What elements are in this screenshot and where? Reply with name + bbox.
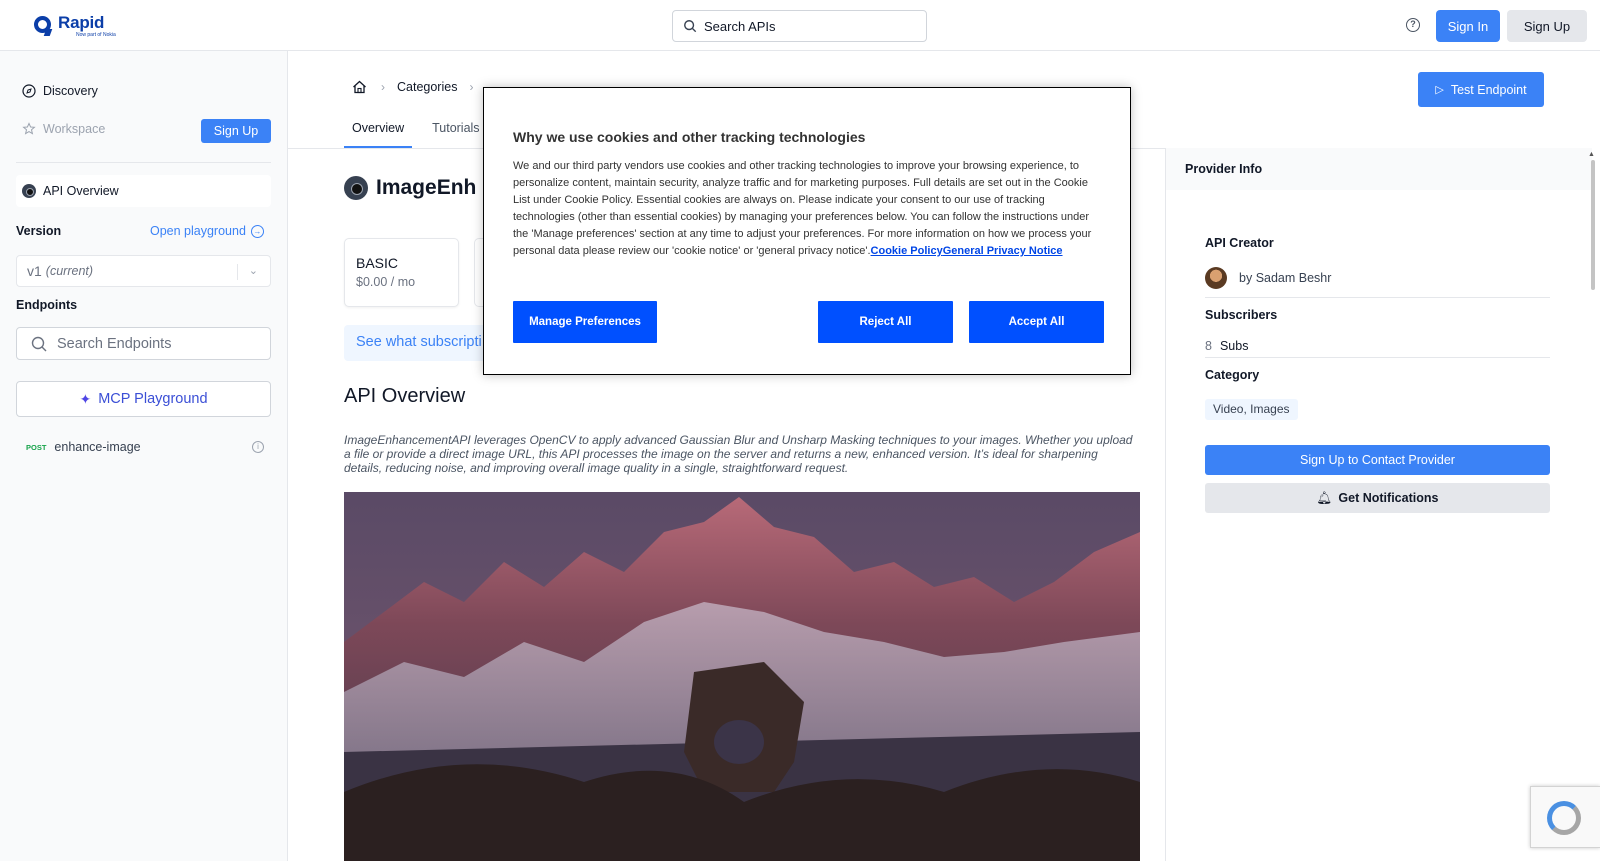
open-playground-label: Open playground (150, 224, 246, 238)
provider-info-panel: Provider Info API Creator by Sadam Beshr… (1165, 148, 1592, 861)
sign-in-button[interactable]: Sign In (1436, 10, 1500, 42)
sidebar-item-label: Discovery (43, 84, 98, 98)
plan-name: BASIC (356, 255, 399, 271)
logo-name: Rapid (58, 13, 105, 32)
divider (1205, 297, 1550, 298)
search-apis-input[interactable]: Search APIs (672, 10, 927, 42)
endpoints-label: Endpoints (16, 298, 78, 312)
cookie-dialog-title: Why we use cookies and other tracking te… (513, 129, 866, 145)
version-label: Version (16, 224, 62, 238)
privacy-notice-link[interactable]: General Privacy Notice (943, 245, 1063, 257)
sidebar-sign-up-button[interactable]: Sign Up (201, 119, 271, 143)
tab-overview[interactable]: Overview (344, 108, 413, 148)
cookie-policy-link[interactable]: Cookie Policy (871, 245, 943, 257)
breadcrumb: › Categories › (352, 80, 485, 94)
version-current: (current) (45, 264, 94, 278)
api-logo-icon (344, 176, 368, 200)
category-label: Category (1205, 368, 1260, 382)
creator-by: by (1239, 271, 1253, 285)
test-endpoint-button[interactable]: ▷ Test Endpoint (1418, 72, 1544, 107)
search-endpoints-placeholder: Search Endpoints (57, 335, 172, 352)
scrollbar-thumb[interactable] (1591, 160, 1595, 290)
recaptcha-icon (1547, 801, 1581, 835)
endpoint-method: POST (26, 442, 47, 452)
category-tag[interactable]: Video, Images (1205, 399, 1298, 420)
api-logo-icon (22, 184, 36, 198)
arrow-right-circle-icon: → (250, 224, 264, 238)
api-creator[interactable]: by Sadam Beshr (1205, 267, 1331, 289)
help-icon[interactable]: ? (1406, 18, 1420, 32)
reject-all-button[interactable]: Reject All (818, 301, 953, 343)
info-icon[interactable]: i (252, 441, 264, 453)
mcp-playground-label: MCP Playground (98, 391, 208, 407)
cookie-consent-dialog: Why we use cookies and other tracking te… (483, 87, 1131, 375)
cookie-body-text: We and our third party vendors use cooki… (513, 160, 1092, 257)
api-title-text: ImageEnh (376, 176, 477, 199)
subscribers-number: 8 (1205, 339, 1212, 353)
version-select[interactable]: v1 (current) ⌄ (16, 255, 271, 287)
compass-icon (22, 84, 36, 98)
api-creator-label: API Creator (1205, 236, 1274, 250)
cookie-dialog-body: We and our third party vendors use cooki… (513, 158, 1105, 260)
overview-image (344, 492, 1140, 861)
provider-info-header: Provider Info (1166, 148, 1592, 190)
accept-all-button[interactable]: Accept All (969, 301, 1104, 343)
recaptcha-badge[interactable] (1530, 786, 1600, 848)
sidebar-item-label: API Overview (43, 184, 119, 198)
breadcrumb-categories[interactable]: Categories (397, 80, 457, 94)
search-icon (684, 20, 697, 33)
subscribers-unit: Subs (1219, 339, 1249, 353)
search-endpoints-input[interactable]: Search Endpoints (16, 327, 271, 360)
section-title: API Overview (344, 385, 466, 407)
plan-price: $0.00 / mo (356, 275, 416, 289)
creator-name: Sadam Beshr (1255, 271, 1332, 285)
sidebar-item-label: Workspace (43, 122, 106, 136)
api-description: ImageEnhancementAPI leverages OpenCV to … (344, 433, 1133, 475)
logo-subtitle: Now part of Nokia (76, 32, 116, 38)
manage-preferences-button[interactable]: Manage Preferences (513, 301, 657, 343)
pricing-plan-card[interactable]: BASIC $0.00 / mo (344, 238, 459, 307)
test-endpoint-label: Test Endpoint (1450, 82, 1527, 97)
play-icon: ▷ (1435, 84, 1444, 96)
sidebar: Discovery Workspace Sign Up API Overview… (0, 51, 288, 861)
bell-icon: 🔔︎ (1316, 490, 1333, 505)
top-header: Rapid Now part of Nokia Search APIs ? Si… (0, 0, 1600, 51)
tab-bar: Overview Tutorials (344, 108, 500, 148)
subscribers-count: 8 Subs (1205, 339, 1248, 353)
sign-up-button[interactable]: Sign Up (1507, 10, 1587, 42)
tab-tutorials[interactable]: Tutorials (424, 108, 487, 148)
api-title: ImageEnh (344, 176, 476, 200)
subscribers-label: Subscribers (1205, 308, 1278, 322)
divider (1205, 357, 1550, 358)
avatar (1205, 267, 1227, 289)
scroll-up-icon[interactable]: ▲ (1588, 151, 1595, 158)
endpoint-item[interactable]: POST enhance-image i (26, 437, 266, 457)
sparkle-icon: ✦ (79, 390, 92, 407)
chevron-right-icon: › (381, 80, 385, 94)
version-value: v1 (27, 263, 42, 279)
sidebar-divider (16, 162, 271, 163)
sidebar-item-api-overview[interactable]: API Overview (16, 175, 271, 207)
chevron-right-icon: › (469, 80, 474, 94)
sidebar-item-workspace[interactable]: Workspace (22, 122, 105, 136)
mcp-playground-button[interactable]: ✦ MCP Playground (16, 381, 271, 417)
open-playground-link[interactable]: Open playground → (150, 224, 264, 238)
chevron-down-icon: ⌄ (248, 265, 258, 277)
rapid-logo[interactable]: Rapid Now part of Nokia (34, 14, 116, 38)
mountain-photo (344, 492, 1140, 861)
sidebar-item-discovery[interactable]: Discovery (22, 84, 98, 98)
star-icon (22, 122, 36, 135)
rapid-logo-icon (34, 16, 53, 36)
home-icon[interactable] (352, 80, 367, 94)
contact-provider-button[interactable]: Sign Up to Contact Provider (1205, 445, 1550, 475)
search-icon (31, 336, 47, 351)
get-notifications-button[interactable]: 🔔︎ Get Notifications (1205, 483, 1550, 513)
search-apis-placeholder: Search APIs (704, 18, 776, 34)
endpoint-name: enhance-image (54, 440, 141, 454)
see-subscriptions-link[interactable]: See what subscripti (344, 325, 494, 361)
get-notifications-label: Get Notifications (1338, 491, 1439, 505)
